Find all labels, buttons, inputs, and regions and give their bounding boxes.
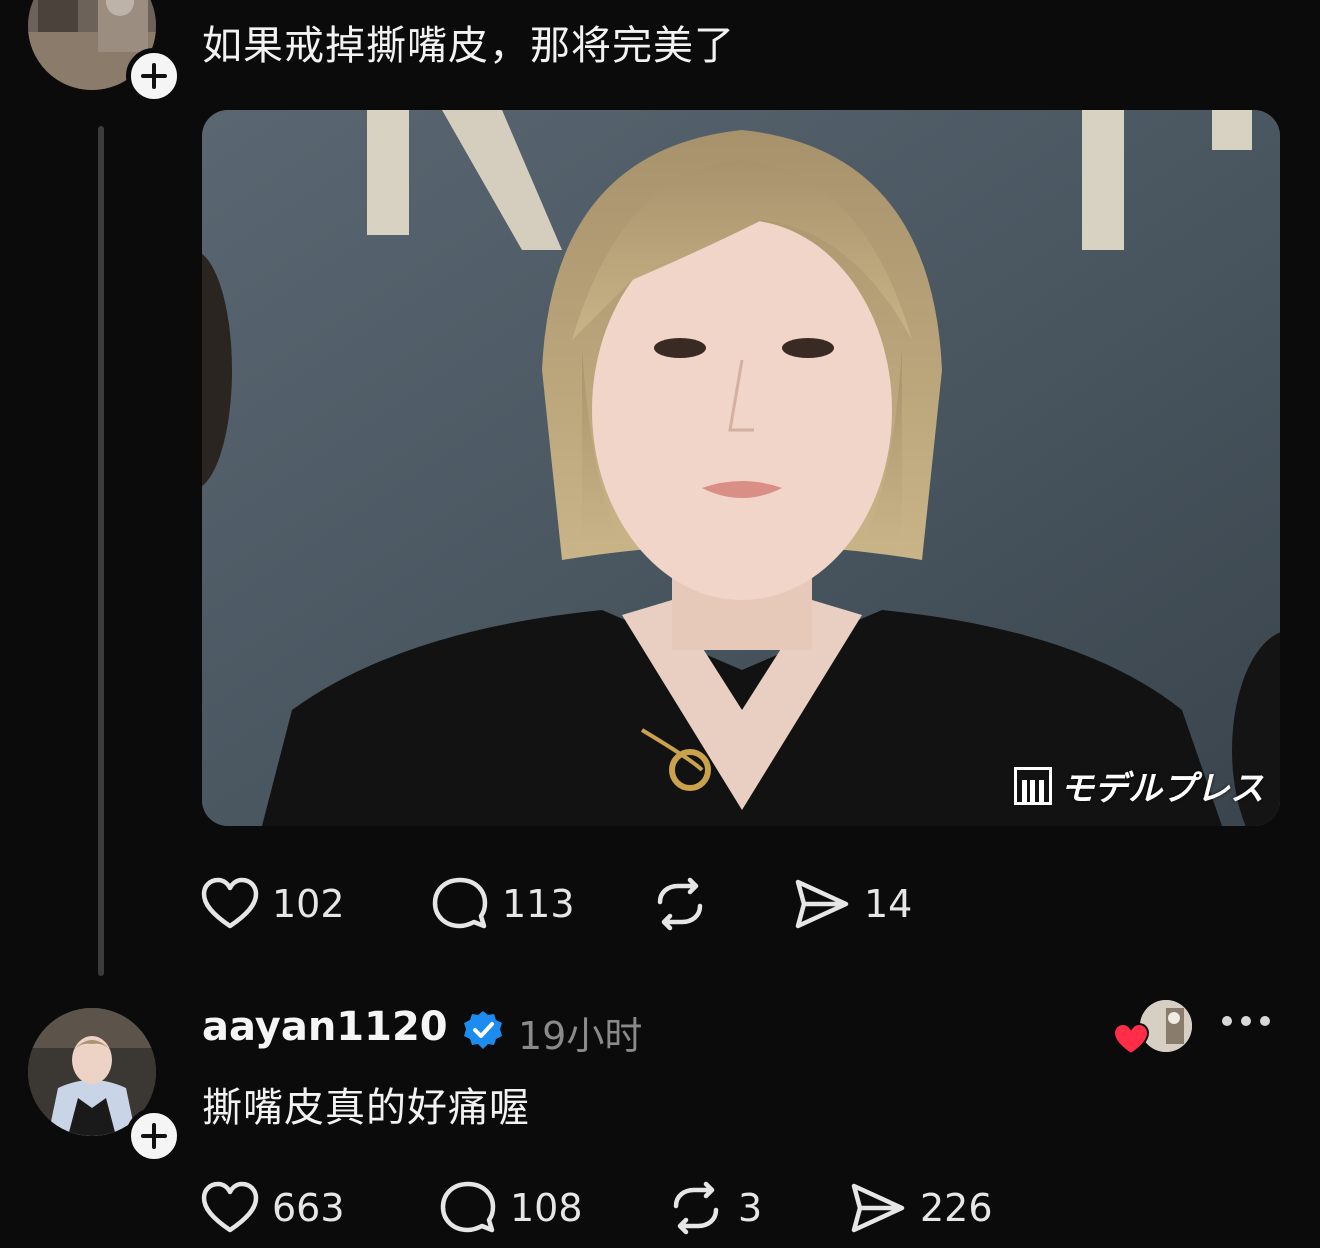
send-icon	[851, 1183, 905, 1233]
post1-action-bar: 102 113 14	[200, 874, 960, 934]
repost-icon	[673, 1181, 719, 1235]
reply-count: 113	[502, 882, 575, 926]
like-button[interactable]: 102	[200, 874, 345, 934]
post2-text: 撕嘴皮真的好痛喔	[202, 1085, 530, 1131]
post2-action-bar: 663 108 3 226	[200, 1178, 1020, 1238]
repost-count: 3	[738, 1186, 763, 1230]
share-count: 226	[920, 1186, 993, 1230]
reply-button[interactable]: 113	[430, 874, 575, 934]
post1-text: 如果戒掉撕嘴皮，那将完美了	[202, 23, 735, 69]
like-count: 102	[272, 882, 345, 926]
liked-heart-icon	[1112, 1022, 1150, 1060]
reply-count: 108	[510, 1186, 583, 1230]
follow-button[interactable]	[126, 48, 182, 104]
like-button[interactable]: 663	[200, 1178, 345, 1238]
threads-screen: 如果戒掉撕嘴皮，那将完美了 モデルプレス 102 113 14 aayan112…	[0, 0, 1320, 1248]
send-icon	[795, 879, 849, 929]
repost-icon	[657, 877, 703, 931]
username[interactable]: aayan1120	[202, 1004, 448, 1050]
comment-icon	[440, 1181, 496, 1233]
share-count: 14	[864, 882, 913, 926]
like-count: 663	[272, 1186, 345, 1230]
reply-button[interactable]: 108	[438, 1178, 583, 1238]
repost-button[interactable]	[650, 874, 710, 934]
watermark-text: モデルプレス	[1060, 769, 1264, 809]
heart-icon	[201, 877, 259, 929]
follow-button[interactable]	[126, 1108, 182, 1164]
comment-icon	[432, 877, 488, 929]
share-button[interactable]: 14	[792, 874, 912, 934]
plus-icon	[141, 63, 167, 89]
heart-icon	[201, 1181, 259, 1233]
post-time: 19小时	[518, 1014, 643, 1058]
plus-icon	[141, 1123, 167, 1149]
more-options-icon[interactable]	[1222, 1016, 1270, 1026]
thread-line	[98, 126, 104, 976]
share-button[interactable]: 226	[848, 1178, 993, 1238]
repost-button[interactable]: 3	[666, 1178, 762, 1238]
watermark-logo-icon	[1014, 766, 1052, 805]
watermark: モデルプレス	[1014, 761, 1264, 810]
post1-image[interactable]: モデルプレス	[202, 110, 1280, 826]
verified-badge-icon	[462, 1009, 504, 1055]
